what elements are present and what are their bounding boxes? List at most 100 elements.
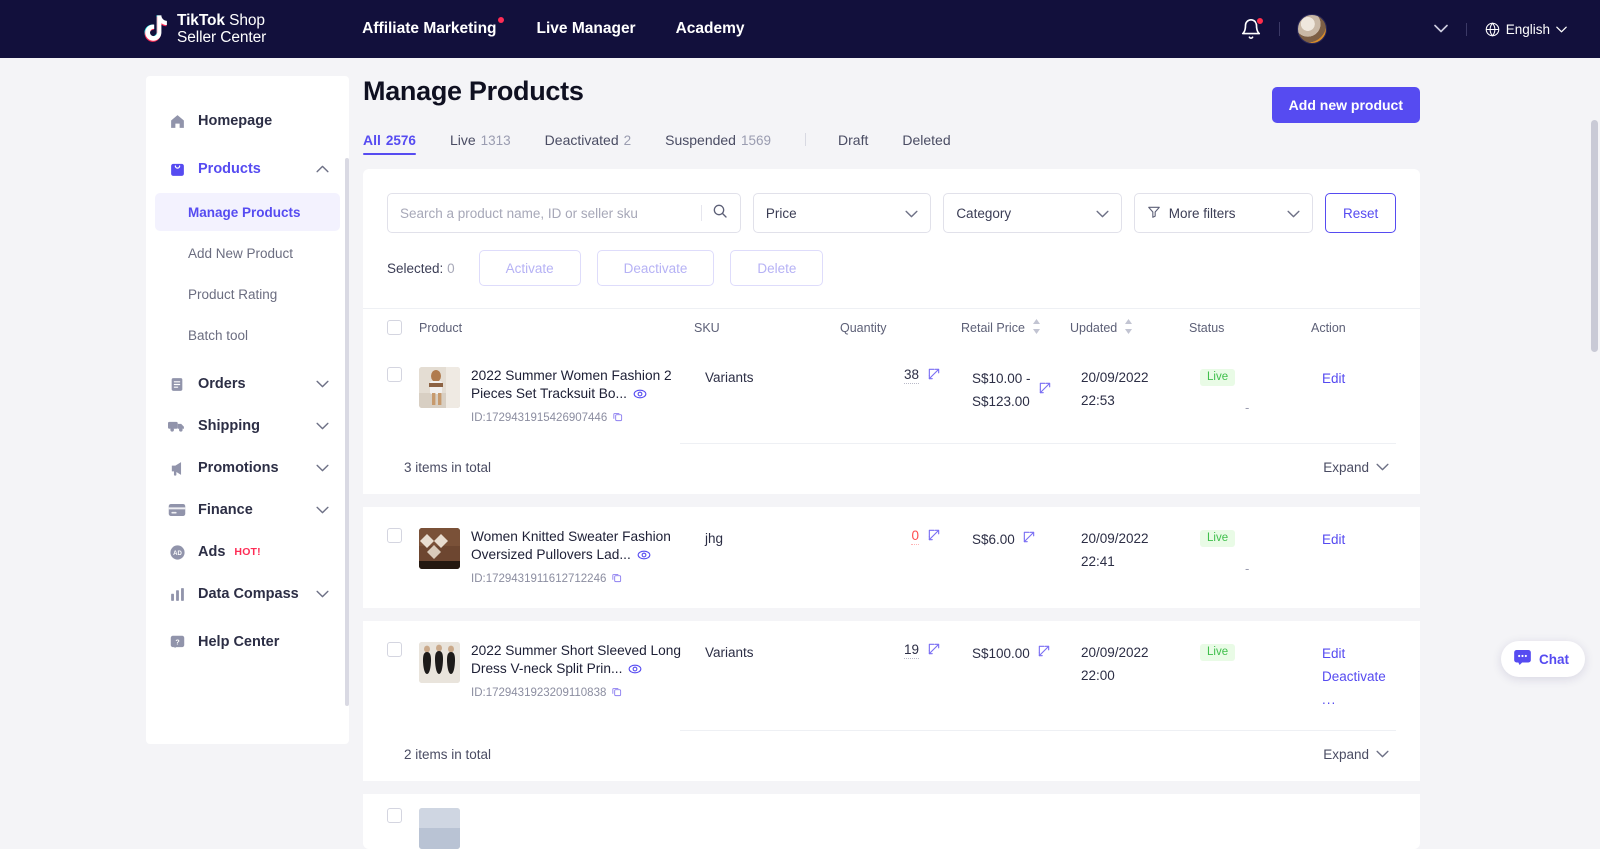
tab-deactivated[interactable]: Deactivated 2 <box>545 132 631 155</box>
account-chevron-down-icon[interactable] <box>1433 20 1448 38</box>
sidebar-item-promotions[interactable]: Promotions <box>146 447 349 489</box>
brand-title-line1: TikTok Shop <box>177 11 265 29</box>
deactivate-button[interactable]: Deactivate <box>596 250 715 286</box>
search-input[interactable] <box>400 205 701 221</box>
edit-quantity-icon[interactable] <box>927 528 941 545</box>
expand-variants-button[interactable]: Expand <box>1323 747 1396 762</box>
deactivate-link[interactable]: Deactivate <box>1322 665 1396 688</box>
svg-text:AD: AD <box>173 550 182 556</box>
product-info: 2022 Summer Short Sleeved Long Dress V-n… <box>471 642 694 700</box>
tab-label: Deleted <box>902 132 951 148</box>
chat-label: Chat <box>1539 651 1569 667</box>
product-name[interactable]: Women Knitted Sweater Fashion Oversized … <box>471 528 694 568</box>
copy-icon[interactable] <box>611 572 622 586</box>
row-checkbox[interactable] <box>387 807 402 823</box>
bulk-action-bar: Selected: 0 Activate Deactivate Delete <box>363 233 1420 308</box>
reset-filters-button[interactable]: Reset <box>1325 193 1397 233</box>
edit-price-icon[interactable] <box>1022 528 1036 551</box>
chevron-down-icon <box>316 459 329 477</box>
copy-icon[interactable] <box>612 411 623 425</box>
search-box[interactable] <box>387 193 741 233</box>
edit-quantity-icon[interactable] <box>927 642 941 659</box>
bell-icon[interactable] <box>1240 17 1264 40</box>
tab-deleted[interactable]: Deleted <box>902 132 950 155</box>
sidebar-item-manage-products[interactable]: Manage Products <box>155 193 340 231</box>
row-checkbox[interactable] <box>387 367 402 382</box>
activate-button[interactable]: Activate <box>478 250 581 286</box>
row-checkbox[interactable] <box>387 527 402 543</box>
row-checkbox[interactable] <box>387 641 402 657</box>
tab-live[interactable]: Live 1313 <box>450 132 511 155</box>
chevron-down-icon <box>1376 750 1389 758</box>
sidebar-scrollbar-thumb[interactable] <box>345 158 349 706</box>
column-header-retail-price[interactable]: Retail Price <box>961 318 1070 337</box>
delete-button[interactable]: Delete <box>730 250 824 286</box>
copy-icon[interactable] <box>611 686 622 700</box>
language-selector[interactable]: English <box>1485 22 1567 37</box>
sort-icon[interactable] <box>1124 318 1133 337</box>
column-header-updated[interactable]: Updated <box>1070 318 1189 337</box>
column-header-quantity: Quantity <box>840 320 887 335</box>
price-filter-dropdown[interactable]: Price <box>752 193 932 233</box>
tab-draft[interactable]: Draft <box>838 132 868 155</box>
sidebar-item-data-compass[interactable]: Data Compass <box>146 573 349 615</box>
sidebar-item-ads[interactable]: AD Ads HOT! <box>146 531 349 573</box>
table-row[interactable] <box>363 794 1420 849</box>
product-sku: Variants <box>705 370 754 385</box>
sidebar-item-batch-tool[interactable]: Batch tool <box>155 316 340 354</box>
add-new-product-button[interactable]: Add new product <box>1271 87 1420 123</box>
edit-price-icon[interactable] <box>1038 379 1052 402</box>
sidebar-item-label: Products <box>198 161 261 177</box>
nav-link-live-manager[interactable]: Live Manager <box>537 20 636 38</box>
nav-link-affiliate-marketing[interactable]: Affiliate Marketing <box>362 17 504 38</box>
product-actions-cell: Edit <box>1322 367 1396 390</box>
preview-eye-icon[interactable] <box>628 662 642 681</box>
sidebar-item-add-new-product[interactable]: Add New Product <box>155 234 340 272</box>
expand-variants-button[interactable]: Expand <box>1323 460 1396 475</box>
page-scrollbar-track[interactable] <box>1591 58 1599 773</box>
edit-link[interactable]: Edit <box>1322 367 1396 390</box>
preview-eye-icon[interactable] <box>637 548 651 567</box>
sidebar-item-orders[interactable]: Orders <box>146 363 349 405</box>
expand-label: Expand <box>1323 746 1369 762</box>
chat-widget-button[interactable]: Chat <box>1501 641 1585 677</box>
preview-eye-icon[interactable] <box>633 387 647 406</box>
main-content: Manage Products Add new product All 2576… <box>363 76 1420 849</box>
more-filters-dropdown[interactable]: More filters <box>1133 193 1314 233</box>
sidebar-item-product-rating[interactable]: Product Rating <box>155 275 340 313</box>
sidebar-item-help-center[interactable]: ? Help Center <box>146 621 349 663</box>
updated-date: 20/09/2022 <box>1081 370 1149 385</box>
page-scrollbar-thumb[interactable] <box>1591 120 1598 352</box>
sidebar-item-finance[interactable]: Finance <box>146 489 349 531</box>
quantity-value: 19 <box>903 641 919 659</box>
sidebar-item-shipping[interactable]: Shipping <box>146 405 349 447</box>
status-extra: - <box>1245 400 1250 415</box>
table-row[interactable]: 2022 Summer Short Sleeved Long Dress V-n… <box>363 621 1420 712</box>
select-all-checkbox[interactable] <box>387 320 402 335</box>
category-filter-dropdown[interactable]: Category <box>943 193 1122 233</box>
edit-quantity-icon[interactable] <box>927 367 941 384</box>
more-actions-link[interactable]: ... <box>1322 688 1396 711</box>
edit-link[interactable]: Edit <box>1322 642 1396 665</box>
product-quantity: 38 <box>851 367 972 384</box>
product-quantity: 0 <box>851 528 972 545</box>
table-row[interactable]: Women Knitted Sweater Fashion Oversized … <box>363 507 1420 586</box>
sort-icon[interactable] <box>1032 318 1041 337</box>
avatar[interactable] <box>1296 14 1327 44</box>
table-row[interactable]: 2022 Summer Women Fashion 2 Pieces Set T… <box>363 346 1420 425</box>
tab-label: Deactivated <box>544 132 619 148</box>
sidebar-item-homepage[interactable]: Homepage <box>146 100 349 142</box>
edit-link[interactable]: Edit <box>1322 528 1396 551</box>
product-name[interactable]: 2022 Summer Short Sleeved Long Dress V-n… <box>471 642 694 682</box>
tab-suspended[interactable]: Suspended 1569 <box>665 132 771 155</box>
chat-icon <box>1514 650 1531 668</box>
sidebar-item-products[interactable]: Products <box>146 148 349 190</box>
nav-link-academy[interactable]: Academy <box>676 20 745 38</box>
chevron-down-icon <box>1376 464 1389 471</box>
brand-logo[interactable]: TikTok Shop Seller Center <box>143 12 266 47</box>
search-icon[interactable] <box>712 203 728 224</box>
ads-icon: AD <box>168 543 186 561</box>
edit-price-icon[interactable] <box>1037 642 1051 665</box>
tab-all[interactable]: All 2576 <box>363 132 416 155</box>
product-name[interactable]: 2022 Summer Women Fashion 2 Pieces Set T… <box>471 367 694 407</box>
